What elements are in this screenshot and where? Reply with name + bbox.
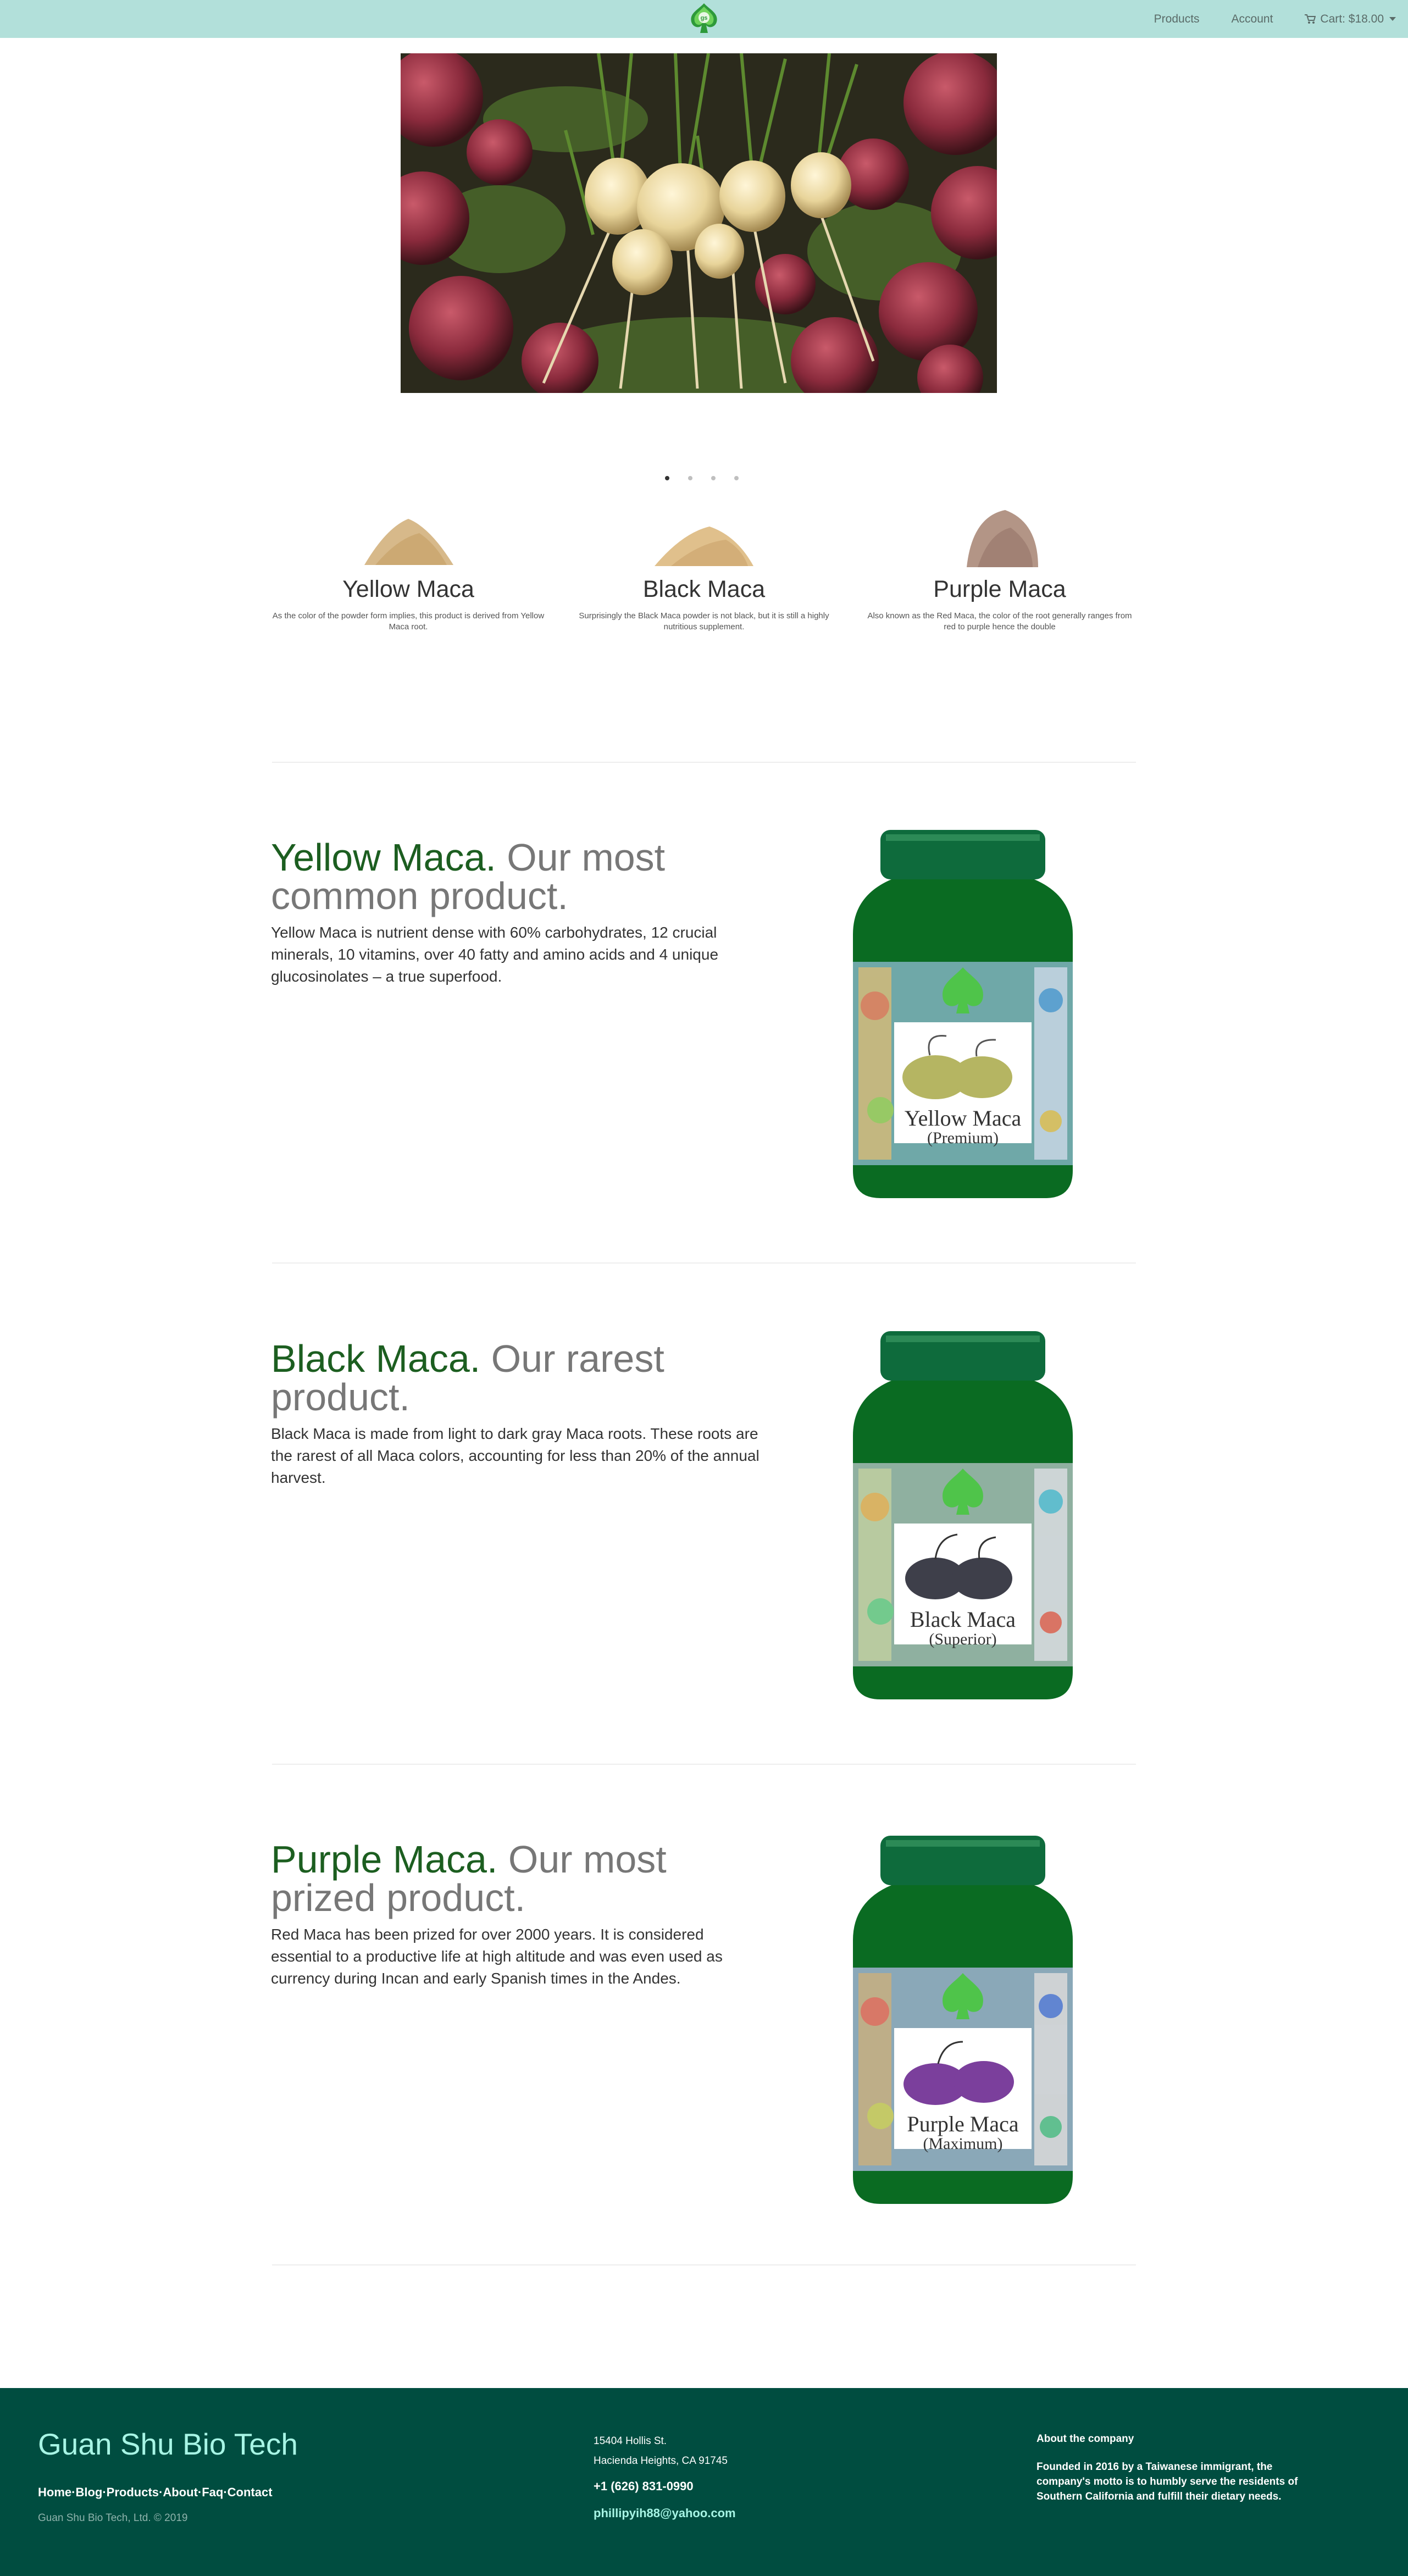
featurette-divider — [272, 1764, 1136, 1765]
jar-label-title: Yellow Maca — [905, 1106, 1022, 1131]
featurette-divider — [272, 762, 1136, 763]
cart-icon — [1305, 14, 1316, 24]
footer-link-separator: · — [197, 2485, 202, 2499]
product-description: Also known as the Red Maca, the color of… — [867, 611, 1132, 631]
footer-link-separator: · — [223, 2485, 228, 2499]
carousel-dot-4[interactable] — [734, 476, 739, 480]
featurette-heading: Purple Maca. Our most prized product. — [271, 1840, 766, 1917]
footer-brand: Guan Shu Bio Tech — [38, 2427, 298, 2461]
footer-address-city: Hacienda Heights, CA 91745 — [594, 2455, 728, 2467]
carousel-dot-1[interactable] — [665, 476, 669, 480]
footer-email-link[interactable]: phillipyih88@yahoo.com — [594, 2506, 736, 2520]
featurette-heading-highlight: Purple Maca. — [271, 1838, 498, 1881]
footer-copyright: Guan Shu Bio Tech, Ltd. © 2019 — [38, 2512, 188, 2524]
jar-label-subtitle: (Maximum) — [923, 2135, 1003, 2153]
product-title[interactable]: Black Maca — [567, 573, 841, 605]
featurette-divider — [272, 2264, 1136, 2265]
footer-link-faq[interactable]: Faq — [202, 2485, 223, 2500]
logo-icon[interactable]: gs — [686, 1, 722, 36]
featurette-text: Black Maca is made from light to dark gr… — [271, 1425, 760, 1486]
jar-label-subtitle: (Premium) — [927, 1129, 999, 1147]
footer-link-home[interactable]: Home — [38, 2485, 71, 2500]
product-column-yellow: Yellow Maca As the color of the powder f… — [271, 506, 546, 633]
carousel-indicators — [665, 476, 739, 480]
footer-address-street: 15404 Hollis St. — [594, 2435, 667, 2447]
footer-link-separator: · — [102, 2485, 107, 2499]
featurette-text: Red Maca has been prized for over 2000 y… — [271, 1926, 723, 1987]
yellow-powder-image — [364, 519, 453, 565]
featurette-purple: Purple Maca. Our most prized product. Re… — [271, 1840, 766, 1990]
footer-nav: Home · Blog · Products · About · Faq · C… — [38, 2485, 273, 2500]
cart-total: Cart: $18.00 — [1320, 12, 1384, 25]
featurette-heading: Yellow Maca. Our most common product. — [271, 838, 766, 915]
footer-phone: +1 (626) 831-0990 — [594, 2479, 694, 2493]
featurette-divider — [272, 1262, 1136, 1264]
featurette-heading-highlight: Yellow Maca. — [271, 836, 496, 879]
jar-label-subtitle: (Superior) — [929, 1630, 996, 1648]
chevron-down-icon — [1389, 17, 1396, 21]
featurette-yellow: Yellow Maca. Our most common product. Ye… — [271, 838, 766, 988]
nav-products-link[interactable]: Products — [1154, 13, 1200, 26]
nav-account-link[interactable]: Account — [1232, 13, 1273, 26]
carousel-dot-3[interactable] — [711, 476, 716, 480]
purple-maca-jar-image: Purple Maca (Maximum) — [853, 1836, 1073, 2204]
hero-carousel-image — [401, 53, 997, 393]
product-title[interactable]: Purple Maca — [862, 573, 1137, 605]
carousel-dot-2[interactable] — [688, 476, 692, 480]
footer-link-contact[interactable]: Contact — [228, 2485, 273, 2500]
footer-link-about[interactable]: About — [163, 2485, 198, 2500]
featurette-black: Black Maca. Our rarest product. Black Ma… — [271, 1339, 766, 1489]
product-description: Surprisingly the Black Maca powder is no… — [579, 611, 829, 631]
footer-link-products[interactable]: Products — [107, 2485, 159, 2500]
purple-powder-image — [967, 510, 1038, 567]
footer-about-heading: About the company — [1036, 2433, 1134, 2445]
jar-label-title: Black Maca — [910, 1607, 1016, 1632]
product-description: As the color of the powder form implies,… — [272, 611, 545, 631]
footer-link-blog[interactable]: Blog — [75, 2485, 102, 2500]
product-title[interactable]: Yellow Maca — [271, 573, 546, 605]
product-column-black: Black Maca Surprisingly the Black Maca p… — [567, 506, 841, 633]
black-maca-jar-image: Black Maca (Superior) — [853, 1331, 1073, 1699]
yellow-maca-jar-image: Yellow Maca (Premium) — [853, 830, 1073, 1198]
footer: Guan Shu Bio Tech Home · Blog · Products… — [0, 2388, 1408, 2576]
black-powder-image — [655, 527, 753, 566]
product-column-purple: Purple Maca Also known as the Red Maca, … — [862, 506, 1137, 633]
featurette-heading: Black Maca. Our rarest product. — [271, 1339, 766, 1416]
footer-link-separator: · — [159, 2485, 163, 2499]
footer-about-text: Founded in 2016 by a Taiwanese immigrant… — [1036, 2461, 1298, 2502]
featurette-heading-highlight: Black Maca. — [271, 1337, 481, 1380]
featurette-text: Yellow Maca is nutrient dense with 60% c… — [271, 924, 719, 985]
cart-dropdown[interactable]: Cart: $18.00 — [1305, 13, 1396, 26]
logo-letters: gs — [701, 15, 708, 21]
navbar: gs Products Account Cart: $18.00 — [0, 0, 1408, 38]
footer-link-separator: · — [71, 2485, 76, 2499]
jar-label-title: Purple Maca — [907, 2112, 1019, 2136]
